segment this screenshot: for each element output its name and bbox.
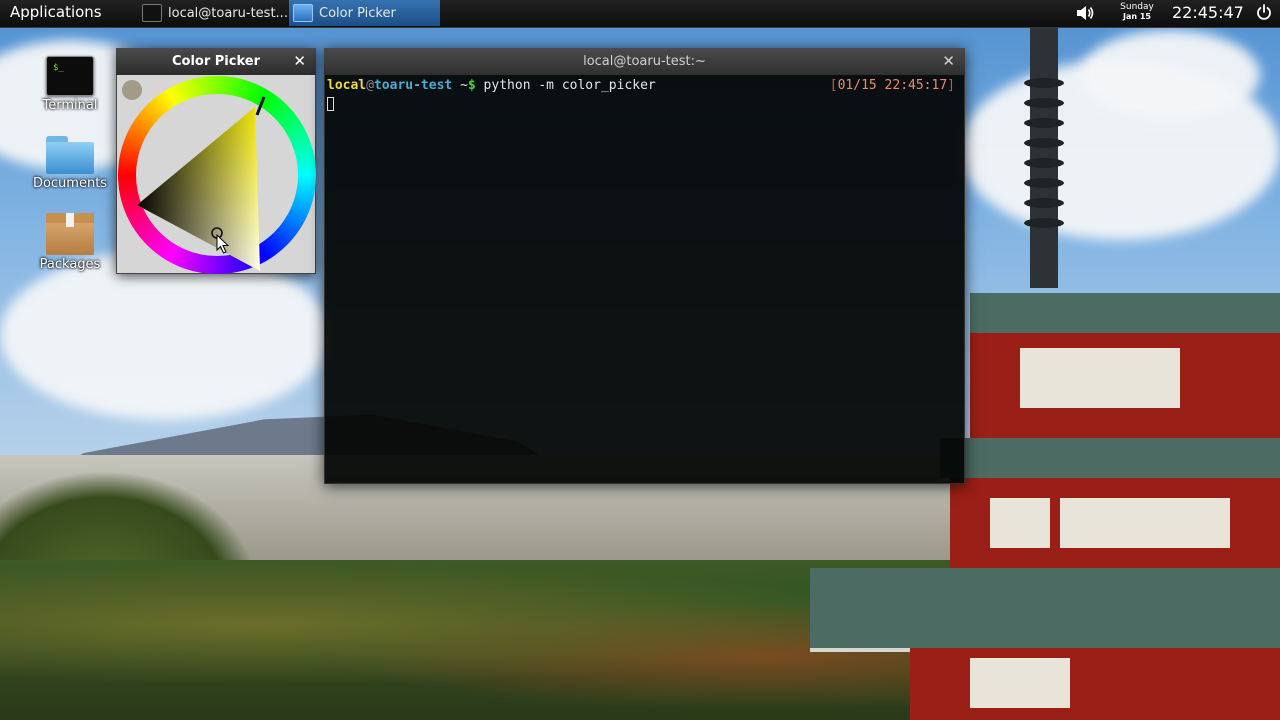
taskbar-item-label: local@toaru-test...: [168, 5, 288, 21]
timestamp-bracket: ]: [947, 78, 955, 93]
wallpaper-cloud: [0, 250, 330, 420]
taskbar-item-label: Color Picker: [319, 5, 396, 21]
color-wheel[interactable]: [117, 75, 317, 274]
color-picker-titlebar[interactable]: Color Picker ✕: [116, 48, 316, 75]
panel-date[interactable]: Sunday Jan 15: [1116, 2, 1158, 22]
command-text: python -m color_picker: [475, 78, 656, 93]
date-day: Sunday: [1120, 2, 1154, 12]
desktop-icon-label: Terminal: [42, 98, 98, 113]
desktop-icon-terminal[interactable]: $_ Terminal: [30, 56, 110, 113]
terminal-icon: $_: [46, 56, 94, 96]
panel-clock[interactable]: 22:45:47: [1172, 3, 1244, 22]
terminal-titlebar[interactable]: local@toaru-test:~ ✕: [324, 48, 965, 75]
terminal-output[interactable]: local@toaru-test ~$ python -m color_pick…: [324, 75, 965, 484]
folder-icon: [46, 136, 94, 174]
shell-prompt-line: local@toaru-test ~$ python -m color_pick…: [327, 78, 656, 93]
text-cursor: [327, 97, 334, 111]
taskbar-item-color-picker[interactable]: Color Picker: [289, 0, 440, 26]
timestamp-value: 01/15 22:45:17: [837, 78, 948, 93]
wallpaper-pagoda: [810, 28, 1280, 720]
desktop-icon-label: Packages: [39, 257, 101, 272]
taskbar-item-terminal[interactable]: local@toaru-test...: [138, 0, 288, 26]
applications-menu[interactable]: Applications: [10, 3, 102, 21]
selected-color-swatch: [122, 80, 142, 100]
package-box-icon: [46, 213, 94, 255]
power-icon[interactable]: [1256, 4, 1272, 21]
date-month-day: Jan 15: [1123, 12, 1151, 21]
prompt-timestamp: [01/15 22:45:17]: [830, 78, 955, 93]
close-icon[interactable]: ✕: [293, 52, 306, 70]
color-picker-window: Color Picker ✕: [116, 48, 317, 274]
color-picker-body: [116, 75, 317, 274]
prompt-host: toaru-test: [373, 78, 453, 93]
window-title: local@toaru-test:~: [583, 54, 706, 69]
close-icon[interactable]: ✕: [942, 52, 955, 70]
window-title: Color Picker: [171, 54, 260, 69]
volume-icon[interactable]: [1075, 4, 1095, 22]
top-panel: Applications local@toaru-test... Color P…: [0, 0, 1280, 28]
terminal-icon: [142, 4, 162, 22]
timestamp-bracket: [: [829, 78, 838, 93]
desktop-icon-documents[interactable]: Documents: [30, 136, 110, 191]
prompt-directory: ~: [452, 78, 468, 93]
prompt-at: @: [366, 78, 374, 93]
terminal-window: local@toaru-test:~ ✕ local@toaru-test ~$…: [324, 48, 965, 484]
color-picker-icon: [293, 4, 313, 22]
prompt-user: local: [327, 78, 367, 93]
desktop-icon-label: Documents: [32, 176, 108, 191]
desktop-icon-packages[interactable]: Packages: [30, 213, 110, 272]
prompt-sign: $: [467, 78, 476, 93]
